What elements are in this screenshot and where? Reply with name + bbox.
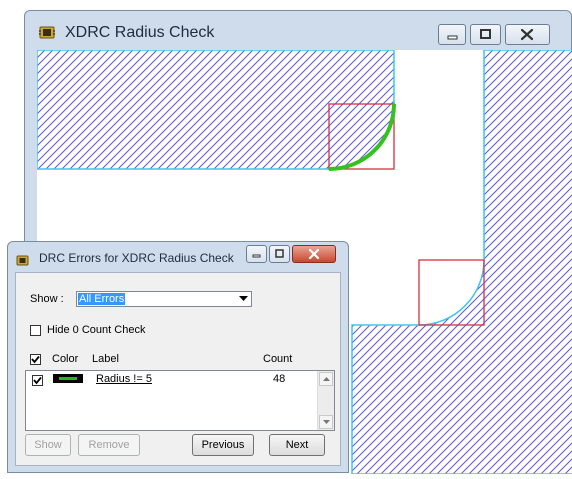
hatched-polygon-top (36, 49, 395, 170)
checkmark-icon (33, 376, 42, 385)
row-label[interactable]: Radius != 5 (96, 373, 152, 385)
hide-zero-label: Hide 0 Count Check (47, 324, 146, 336)
show-dropdown-value: All Errors (78, 293, 126, 305)
main-window-title: XDRC Radius Check (65, 24, 215, 41)
next-button[interactable]: Next (269, 434, 325, 456)
close-icon (308, 248, 320, 260)
dialog-minimize-button[interactable] (246, 245, 267, 263)
chevron-down-icon (322, 420, 330, 424)
previous-button[interactable]: Previous (192, 434, 254, 456)
minimize-icon (252, 254, 261, 258)
main-title-bar[interactable]: XDRC Radius Check (25, 11, 571, 49)
hide-zero-checkbox[interactable] (30, 325, 41, 336)
scroll-down-button[interactable] (319, 415, 333, 429)
maximize-icon (275, 249, 284, 258)
dialog-maximize-button[interactable] (269, 245, 290, 263)
show-label: Show : (30, 293, 64, 305)
color-column-header: Color (52, 353, 79, 365)
close-icon (520, 28, 534, 41)
checkmark-icon (31, 355, 40, 364)
drc-errors-dialog: DRC Errors for XDRC Radius Check Show : … (7, 241, 349, 473)
dialog-close-button[interactable] (292, 245, 336, 263)
app-icon (16, 253, 29, 266)
maximize-icon (480, 29, 491, 39)
select-all-checkbox[interactable] (30, 354, 41, 365)
scroll-up-button[interactable] (319, 372, 333, 386)
count-column-header: Count (263, 353, 293, 365)
vertical-scrollbar[interactable] (317, 371, 334, 430)
row-count: 48 (273, 373, 286, 385)
chevron-down-icon (236, 292, 251, 306)
app-icon (39, 26, 55, 39)
list-item[interactable]: Radius != 5 48 (26, 371, 318, 387)
show-dropdown[interactable]: All Errors (76, 291, 252, 307)
show-button[interactable]: Show (25, 434, 71, 456)
minimize-icon (447, 35, 458, 40)
chevron-up-icon (322, 377, 330, 381)
row-checkbox[interactable] (32, 375, 43, 386)
dialog-title: DRC Errors for XDRC Radius Check (39, 251, 234, 265)
dialog-title-bar[interactable]: DRC Errors for XDRC Radius Check (8, 242, 348, 272)
minimize-button[interactable] (438, 24, 466, 45)
color-swatch[interactable] (53, 374, 83, 383)
close-button[interactable] (505, 24, 550, 45)
dialog-body: Show : All Errors Hide 0 Count Check Col… (15, 272, 341, 466)
remove-button[interactable]: Remove (78, 434, 140, 456)
label-column-header: Label (92, 353, 119, 365)
error-list[interactable]: Radius != 5 48 (25, 370, 335, 431)
maximize-button[interactable] (470, 24, 501, 45)
